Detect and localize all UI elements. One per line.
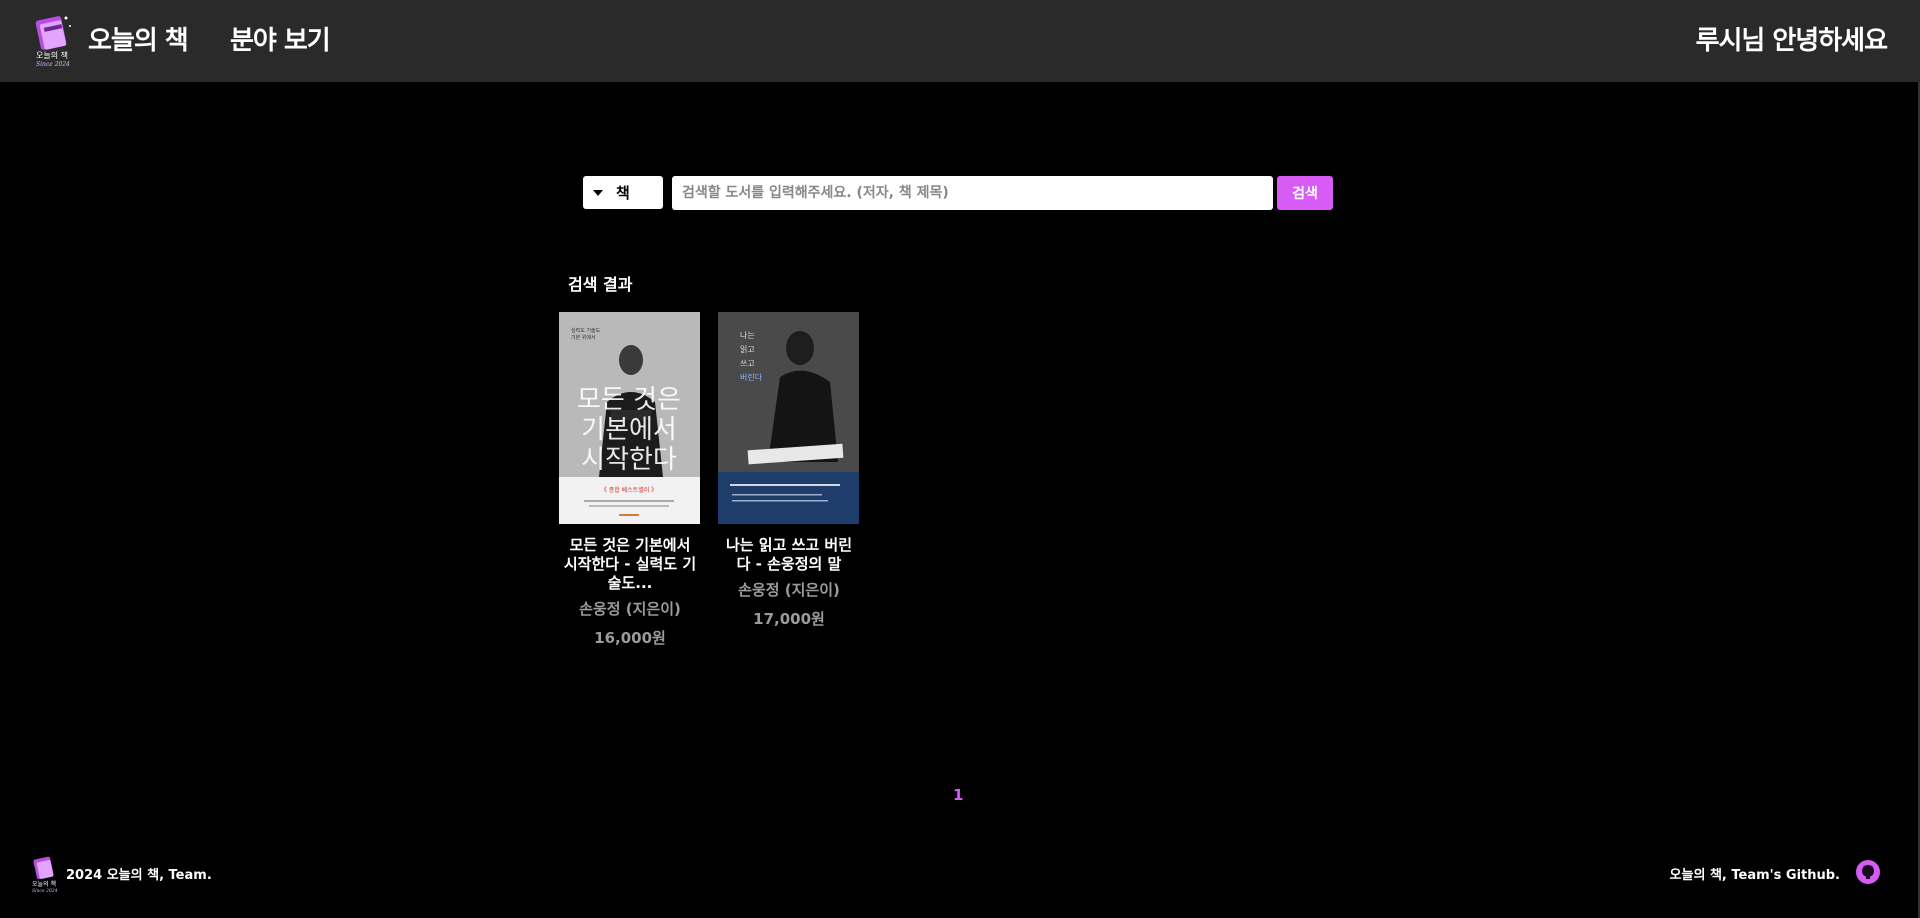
book-price: 16,000원 [594,629,666,647]
svg-text:오늘의 책: 오늘의 책 [36,50,68,60]
svg-text:버린다: 버린다 [740,372,763,382]
svg-text:나는: 나는 [740,331,755,340]
results-heading: 검색 결과 [568,275,633,294]
search-button[interactable]: 검색 [1277,176,1333,210]
footer-logo: 오늘의 책 Since 2024 [30,854,58,894]
footer-copyright: 2024 오늘의 책, Team. [66,868,212,883]
book-author: 손웅정 (지은이) [738,581,840,599]
book-title[interactable]: 모든 것은 기본에서 시작한다 - 실력도 기술도... [559,536,701,593]
chevron-down-icon [593,190,603,196]
nav-genre-link[interactable]: 분야 보기 [230,20,331,57]
svg-text:기본에서: 기본에서 [581,415,677,445]
book-author: 손웅정 (지은이) [579,600,681,618]
search-type-dropdown[interactable]: 책 [583,176,663,209]
book-cover-image[interactable]: 실력도 기술도 기본 위에서 모든 것은 기본에서 시작한다 《 종합 베스트셀… [559,312,700,524]
search-type-label: 책 [616,184,630,202]
svg-text:Since 2024: Since 2024 [36,61,70,68]
svg-text:오늘의 책: 오늘의 책 [32,880,56,888]
search-input[interactable] [672,176,1273,210]
book-title[interactable]: 나는 읽고 쓰고 버린다 - 손웅정의 말 [718,536,860,574]
svg-text:쓰고: 쓰고 [740,359,755,368]
nav-home-link[interactable]: 오늘의 책 [88,20,189,57]
pagination-page-1[interactable]: 1 [953,786,963,804]
svg-text:Since 2024: Since 2024 [32,888,58,894]
book-card[interactable]: 나는 읽고 쓰고 버린다 나는 읽고 쓰고 버린다 - 손웅정의 말 손웅정 (… [718,312,860,629]
footer-github-link[interactable]: 오늘의 책, Team's Github. [1670,864,1840,883]
svg-text:《 종합 베스트셀러 》: 《 종합 베스트셀러 》 [601,486,657,494]
svg-text:실력도 기술도: 실력도 기술도 [571,327,601,334]
site-logo[interactable]: 오늘의 책 Since 2024 [30,12,74,68]
svg-text:모든 것은: 모든 것은 [577,385,681,415]
svg-text:기본 위에서: 기본 위에서 [571,334,596,341]
book-price: 17,000원 [753,610,825,628]
book-card[interactable]: 실력도 기술도 기본 위에서 모든 것은 기본에서 시작한다 《 종합 베스트셀… [559,312,701,648]
user-greeting[interactable]: 루시님 안녕하세요 [1696,20,1888,57]
top-nav-bar: 오늘의 책 Since 2024 오늘의 책 분야 보기 루시님 안녕하세요 [0,0,1920,82]
svg-text:읽고: 읽고 [740,345,755,354]
search-bar: 책 검색 [583,176,1334,210]
book-cover-image[interactable]: 나는 읽고 쓰고 버린다 [718,312,859,524]
svg-text:시작한다: 시작한다 [581,445,677,475]
github-icon[interactable] [1856,860,1880,884]
